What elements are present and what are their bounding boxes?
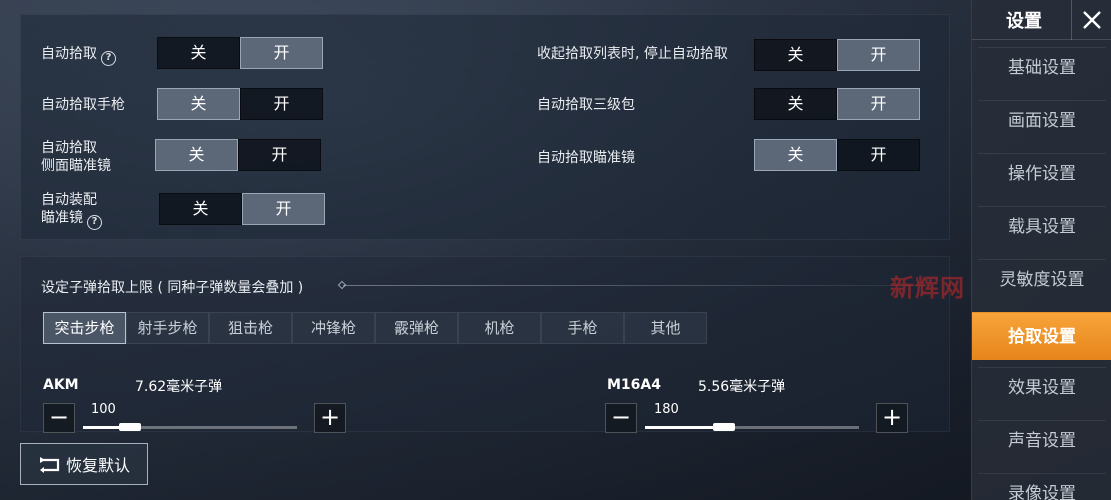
toggle-off[interactable]: 关	[754, 139, 837, 171]
auto-pickup-label: 自动拾取?	[41, 45, 116, 66]
sidebar-header: 设置	[972, 0, 1111, 40]
sidebar-item-sensitivity[interactable]: 灵敏度设置	[978, 259, 1106, 299]
toggle-on[interactable]: 开	[242, 193, 325, 225]
increase-button[interactable]: +	[876, 403, 908, 433]
slider-thumb[interactable]	[119, 423, 141, 431]
sidebar-item-basic[interactable]: 基础设置	[978, 47, 1106, 87]
settings-sidebar: 设置 基础设置 画面设置 操作设置 载具设置 灵敏度设置 拾取设置 效果设置 声…	[971, 0, 1111, 500]
gun-name: M16A4	[607, 377, 661, 393]
ammo-type: 5.56毫米子弹	[698, 379, 786, 395]
tab-other[interactable]: 其他	[624, 312, 707, 344]
ammo-slider[interactable]	[83, 426, 297, 429]
weapon-tabs: 突击步枪 射手步枪 狙击枪 冲锋枪 霰弹枪 机枪 手枪 其他	[43, 312, 707, 344]
slider-value: 180	[654, 402, 679, 417]
toggle-off[interactable]: 关	[754, 88, 837, 120]
toggle-on[interactable]: 开	[240, 37, 323, 69]
sidebar-item-controls[interactable]: 操作设置	[978, 153, 1106, 193]
toggle-on[interactable]: 开	[238, 139, 321, 171]
tab-assault-rifle[interactable]: 突击步枪	[43, 312, 126, 344]
tab-dmr[interactable]: 射手步枪	[126, 312, 209, 344]
help-icon[interactable]: ?	[101, 51, 116, 66]
sidebar-item-audio[interactable]: 声音设置	[978, 420, 1106, 460]
tab-lmg[interactable]: 机枪	[458, 312, 541, 344]
stop-auto-pickup-toggle[interactable]: 关 开	[754, 39, 920, 71]
auto-equip-scope-toggle[interactable]: 关 开	[159, 193, 325, 225]
toggle-off[interactable]: 关	[754, 39, 837, 71]
ammo-type: 7.62毫米子弹	[135, 379, 223, 395]
gun-name: AKM	[43, 377, 79, 393]
tab-pistol[interactable]: 手枪	[541, 312, 624, 344]
restore-default-button[interactable]: 恢复默认	[20, 443, 148, 485]
tab-sniper[interactable]: 狙击枪	[209, 312, 292, 344]
auto-pickup-scope-label: 自动拾取瞄准镜	[537, 150, 635, 166]
decrease-button[interactable]: −	[43, 403, 75, 433]
toggle-off[interactable]: 关	[157, 37, 240, 69]
sidebar-item-replay[interactable]: 录像设置	[978, 473, 1106, 500]
decrease-button[interactable]: −	[605, 403, 637, 433]
increase-button[interactable]: +	[314, 403, 346, 433]
toggle-off[interactable]: 关	[159, 193, 242, 225]
slider-value: 100	[91, 402, 116, 417]
help-icon[interactable]: ?	[87, 215, 102, 230]
auto-pickup-pistol-label: 自动拾取手枪	[41, 97, 125, 113]
auto-equip-scope-label: 自动装配 瞄准镜?	[41, 191, 102, 230]
slider-thumb[interactable]	[713, 423, 735, 431]
tab-smg[interactable]: 冲锋枪	[292, 312, 375, 344]
tab-shotgun[interactable]: 霰弹枪	[375, 312, 458, 344]
sidebar-item-pickup[interactable]: 拾取设置	[972, 312, 1111, 360]
section-title: 设定子弹拾取上限 ( 同种子弹数量会叠加 )	[41, 280, 304, 296]
ammo-slider[interactable]	[645, 426, 859, 429]
divider	[343, 285, 933, 286]
watermark: 新辉网	[890, 274, 965, 302]
sidebar-item-effects[interactable]: 效果设置	[978, 367, 1106, 407]
toggle-on[interactable]: 开	[240, 88, 323, 120]
auto-pickup-level3-bag-toggle[interactable]: 关 开	[754, 88, 920, 120]
close-button[interactable]	[1071, 0, 1111, 40]
auto-pickup-side-scope-label: 自动拾取 侧面瞄准镜	[41, 140, 111, 174]
restore-label: 恢复默认	[65, 456, 130, 475]
auto-pickup-level3-bag-label: 自动拾取三级包	[537, 97, 635, 113]
toggle-on[interactable]: 开	[837, 139, 920, 171]
pickup-toggles-panel: 自动拾取? 关 开 自动拾取手枪 关 开 自动拾取 侧面瞄准镜 关 开 自动装配…	[20, 14, 950, 240]
toggle-off[interactable]: 关	[155, 139, 238, 171]
auto-pickup-pistol-toggle[interactable]: 关 开	[157, 88, 323, 120]
sidebar-item-vehicle[interactable]: 载具设置	[978, 206, 1106, 246]
auto-pickup-side-scope-toggle[interactable]: 关 开	[155, 139, 321, 171]
auto-pickup-toggle[interactable]: 关 开	[157, 37, 323, 69]
auto-pickup-scope-toggle[interactable]: 关 开	[754, 139, 920, 171]
sidebar-item-graphics[interactable]: 画面设置	[978, 100, 1106, 140]
toggle-on[interactable]: 开	[837, 39, 920, 71]
ammo-limit-panel: 设定子弹拾取上限 ( 同种子弹数量会叠加 ) 突击步枪 射手步枪 狙击枪 冲锋枪…	[20, 256, 950, 433]
stop-auto-pickup-label: 收起拾取列表时, 停止自动拾取	[537, 46, 728, 62]
toggle-on[interactable]: 开	[837, 88, 920, 120]
sidebar-title: 设置	[1006, 10, 1042, 32]
restore-icon	[38, 456, 60, 473]
toggle-off[interactable]: 关	[157, 88, 240, 120]
close-icon	[1082, 10, 1101, 29]
